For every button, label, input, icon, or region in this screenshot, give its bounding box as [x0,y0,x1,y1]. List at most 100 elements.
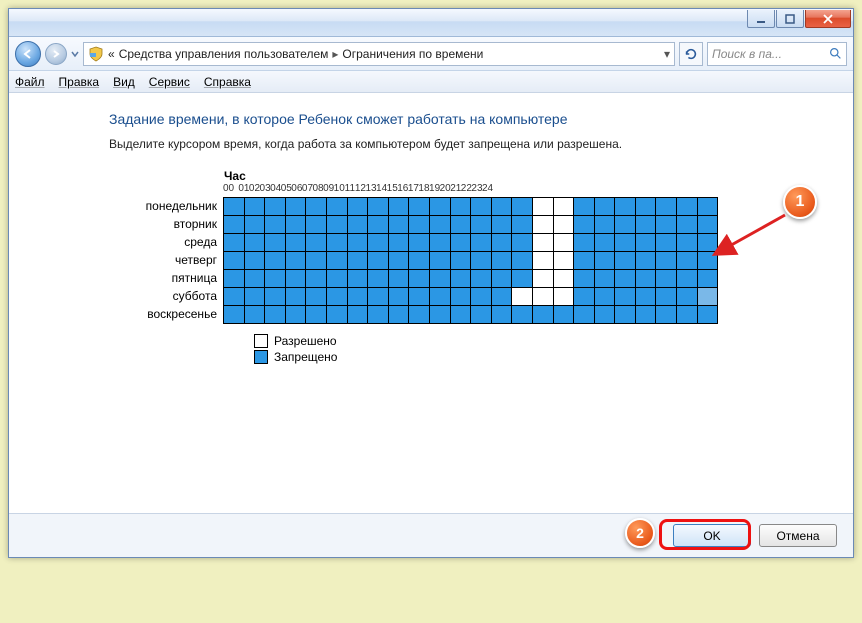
schedule-cell[interactable] [697,288,718,306]
schedule-cell[interactable] [677,288,698,306]
schedule-cell[interactable] [553,288,574,306]
ok-button[interactable]: OK [673,524,751,547]
schedule-cell[interactable] [491,270,512,288]
schedule-cell[interactable] [594,306,615,324]
schedule-cell[interactable] [512,306,533,324]
schedule-cell[interactable] [285,306,306,324]
schedule-cell[interactable] [512,270,533,288]
schedule-cell[interactable] [656,216,677,234]
schedule-cell[interactable] [532,216,553,234]
schedule-cell[interactable] [409,270,430,288]
schedule-cell[interactable] [471,288,492,306]
schedule-cell[interactable] [532,306,553,324]
schedule-cell[interactable] [656,270,677,288]
schedule-cell[interactable] [512,234,533,252]
schedule-cell[interactable] [409,216,430,234]
schedule-cell[interactable] [594,198,615,216]
back-button[interactable] [15,41,41,67]
maximize-button[interactable] [776,10,804,28]
schedule-cell[interactable] [265,216,286,234]
schedule-cell[interactable] [306,288,327,306]
schedule-cell[interactable] [224,288,245,306]
schedule-cell[interactable] [491,252,512,270]
schedule-cell[interactable] [677,306,698,324]
schedule-cell[interactable] [471,306,492,324]
schedule-cell[interactable] [450,234,471,252]
schedule-cell[interactable] [635,270,656,288]
schedule-cell[interactable] [368,216,389,234]
schedule-cell[interactable] [594,270,615,288]
schedule-cell[interactable] [265,288,286,306]
breadcrumb-item-1[interactable]: Средства управления пользователем [119,47,329,61]
schedule-cell[interactable] [512,252,533,270]
chevron-down-icon[interactable] [71,50,79,58]
menu-help[interactable]: Справка [204,75,251,89]
schedule-cell[interactable] [326,288,347,306]
schedule-cell[interactable] [347,306,368,324]
schedule-cell[interactable] [553,270,574,288]
schedule-cell[interactable] [532,270,553,288]
schedule-cell[interactable] [265,234,286,252]
schedule-cell[interactable] [615,198,636,216]
schedule-cell[interactable] [285,288,306,306]
schedule-cell[interactable] [574,234,595,252]
schedule-cell[interactable] [677,234,698,252]
schedule-cell[interactable] [244,216,265,234]
schedule-cell[interactable] [594,234,615,252]
schedule-cell[interactable] [471,234,492,252]
schedule-cell[interactable] [574,270,595,288]
schedule-cell[interactable] [532,288,553,306]
schedule-cell[interactable] [306,306,327,324]
schedule-cell[interactable] [615,288,636,306]
schedule-cell[interactable] [677,270,698,288]
schedule-cell[interactable] [388,234,409,252]
menu-edit[interactable]: Правка [59,75,100,89]
schedule-cell[interactable] [224,252,245,270]
schedule-cell[interactable] [347,198,368,216]
schedule-cell[interactable] [347,234,368,252]
schedule-cell[interactable] [326,270,347,288]
schedule-cell[interactable] [553,252,574,270]
schedule-cell[interactable] [244,198,265,216]
close-button[interactable] [805,10,851,28]
schedule-cell[interactable] [553,216,574,234]
schedule-cell[interactable] [656,252,677,270]
schedule-cell[interactable] [450,216,471,234]
schedule-cell[interactable] [491,198,512,216]
schedule-cell[interactable] [326,198,347,216]
schedule-cell[interactable] [450,306,471,324]
schedule-cell[interactable] [450,288,471,306]
schedule-cell[interactable] [409,252,430,270]
breadcrumb-item-2[interactable]: Ограничения по времени [342,47,483,61]
schedule-cell[interactable] [450,270,471,288]
schedule-cell[interactable] [615,252,636,270]
schedule-cell[interactable] [224,270,245,288]
schedule-cell[interactable] [635,198,656,216]
schedule-cell[interactable] [635,252,656,270]
schedule-cell[interactable] [224,198,245,216]
schedule-cell[interactable] [471,216,492,234]
schedule-cell[interactable] [368,198,389,216]
schedule-cell[interactable] [388,306,409,324]
schedule-cell[interactable] [574,252,595,270]
schedule-cell[interactable] [697,270,718,288]
schedule-cell[interactable] [388,216,409,234]
schedule-cell[interactable] [326,216,347,234]
schedule-cell[interactable] [368,252,389,270]
schedule-cell[interactable] [635,216,656,234]
schedule-cell[interactable] [553,306,574,324]
dropdown-chevron-icon[interactable]: ▾ [664,47,670,61]
schedule-cell[interactable] [429,270,450,288]
schedule-cell[interactable] [285,234,306,252]
schedule-cell[interactable] [265,270,286,288]
menu-tools[interactable]: Сервис [149,75,190,89]
schedule-cell[interactable] [574,288,595,306]
schedule-cell[interactable] [471,270,492,288]
schedule-cell[interactable] [285,252,306,270]
schedule-cell[interactable] [388,198,409,216]
schedule-cell[interactable] [326,234,347,252]
schedule-cell[interactable] [409,198,430,216]
schedule-cell[interactable] [697,252,718,270]
schedule-cell[interactable] [615,234,636,252]
schedule-cell[interactable] [388,288,409,306]
